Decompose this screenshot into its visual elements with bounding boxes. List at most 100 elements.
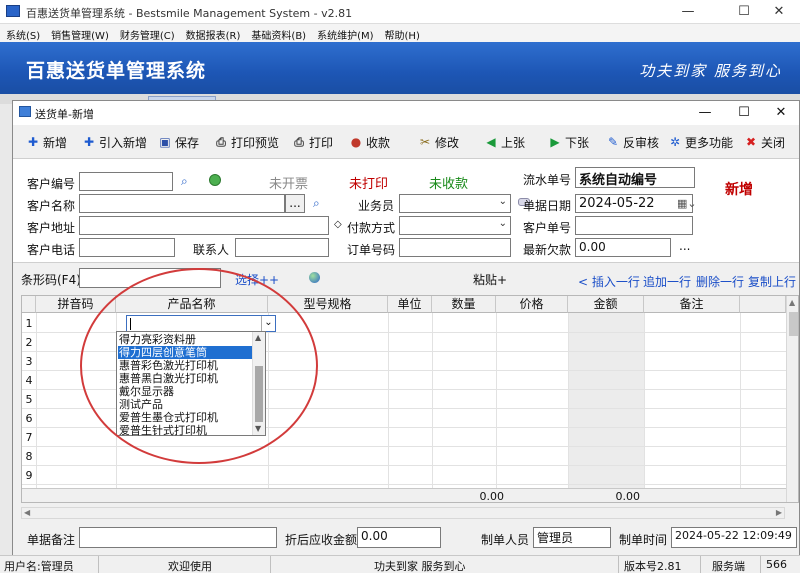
edit-icon: ✂ [419,135,431,149]
payment-method-select[interactable]: ⌄ [399,216,511,235]
menu-system[interactable]: 系统(S) [0,24,45,42]
toolbar-label: 保存 [175,135,200,150]
create-time-field[interactable]: 2024-05-22 12:09:49 [671,527,797,548]
scroll-up-arrow[interactable]: ▲ [789,298,795,307]
salesperson-label: 业务员 [358,199,395,213]
latest-debt-more-button[interactable]: ... [679,239,690,253]
toolbar-close-button[interactable]: ✖ 关闭 [745,132,785,152]
plus-icon: ✚ [27,135,39,149]
dialog-title: 送货单-新增 [35,108,94,121]
toolbar-next-button[interactable]: ▶ 下张 [549,132,589,152]
status-version: 版本号2.81 [624,560,682,573]
app-banner: 百惠送货单管理系统 功夫到家 服务到心 [0,42,800,94]
salesperson-select[interactable]: ⌄ [399,194,511,213]
toolbar-label: 上张 [501,135,526,150]
copy-row-link[interactable]: 复制上行 [748,273,796,290]
menu-finance[interactable]: 财务管理(C) [114,24,180,42]
grid-vertical-scrollbar[interactable]: ▲ [786,296,798,502]
grid-col-line [496,313,497,488]
create-time-label: 制单时间 [619,533,668,547]
toolbar-label: 下张 [565,135,590,150]
unaudit-icon: ✎ [607,135,619,149]
menu-sales[interactable]: 销售管理(W) [45,24,114,42]
dialog-close-button[interactable]: ✕ [761,101,800,125]
globe-icon[interactable] [209,174,221,186]
toolbar-add-button[interactable]: ✚ 新增 [27,132,67,152]
col-header-price[interactable]: 价格 [496,296,568,313]
append-row-link[interactable]: 追加一行 [643,273,691,290]
customer-no-field[interactable] [79,172,173,191]
print-icon: ⎙ [294,135,304,149]
col-header-quantity[interactable]: 数量 [432,296,496,313]
row-number: 7 [25,431,33,444]
row-number: 9 [25,469,33,482]
toolbar-print-button[interactable]: ⎙ 打印 [293,132,333,152]
customer-no-label: 客户编号 [27,177,76,191]
grid-row-line [22,465,798,466]
toolbar-unaudit-button[interactable]: ✎ 反审核 [607,132,659,152]
col-header-filler [740,296,786,313]
status-divider [760,556,761,573]
dialog-minimize-button[interactable]: — [685,101,725,125]
grid-col-line [388,313,389,488]
header-form: 客户编号 ⌕ 未开票 未打印 未收款 流水单号 系统自动编号 新增 客户名称 .… [13,159,799,263]
col-header-unit[interactable]: 单位 [388,296,432,313]
customer-address-field[interactable] [79,216,329,235]
horizontal-scrollbar[interactable]: ◀ ▶ [21,507,785,519]
calendar-icon[interactable]: ▦⌄ [677,197,697,210]
customer-phone-label: 客户电话 [27,243,76,257]
toolbar-edit-button[interactable]: ✂ 修改 [419,132,459,152]
toolbar-prev-button[interactable]: ◀ 上张 [485,132,525,152]
scroll-left-arrow[interactable]: ◀ [24,508,30,517]
status-divider [270,556,271,573]
paste-label[interactable]: 粘贴+ [473,271,507,288]
customer-doc-no-field[interactable] [575,216,693,235]
remark-label: 单据备注 [27,533,76,547]
chevron-down-icon: ⌄ [498,218,507,229]
menu-reports[interactable]: 数据报表(R) [180,24,246,42]
invoice-status: 未开票 [269,177,309,192]
toolbar-import-add-button[interactable]: ✚ 引入新增 [83,132,147,152]
diamond-icon: ◇ [334,219,342,230]
doc-date-field[interactable]: 2024-05-22 [575,194,693,213]
menu-maintenance[interactable]: 系统维护(M) [311,24,378,42]
globe-icon[interactable] [309,272,320,283]
status-motto: 功夫到家 服务到心 [374,560,466,573]
menu-bar: 系统(S) 销售管理(W) 财务管理(C) 数据报表(R) 基础资料(B) 系统维护(M)… [0,24,800,42]
status-user: 用户名:管理员 [4,560,74,573]
discount-label: 折后应收金额 [285,533,358,547]
row-number: 6 [25,412,33,425]
customer-name-field[interactable] [79,194,285,213]
toolbar-more-functions-button[interactable]: ✲ 更多功能 [669,132,733,152]
customer-browse-button[interactable]: ... [285,194,305,213]
latest-debt-field[interactable]: 0.00 [575,238,671,257]
search-icon[interactable]: ⌕ [181,174,188,189]
contact-field[interactable] [235,238,329,257]
status-code: 566 [766,558,787,571]
discount-field[interactable]: 0.00 [357,527,441,548]
minimize-button[interactable]: — [665,0,711,24]
scroll-right-arrow[interactable]: ▶ [776,508,782,517]
toolbar-print-preview-button[interactable]: ⎙ 打印预览 [215,132,279,152]
creator-field[interactable]: 管理员 [533,527,611,548]
customer-phone-field[interactable] [79,238,175,257]
scroll-thumb[interactable] [789,312,798,336]
status-bar: 用户名:管理员 欢迎使用 功夫到家 服务到心 版本号2.81 服务端 566 [0,555,800,573]
remark-field[interactable] [79,527,277,548]
customer-search-icon[interactable]: ⌕ [313,196,320,211]
toolbar-save-button[interactable]: ▣ 保存 [159,132,199,152]
col-header-amount[interactable]: 金额 [568,296,644,313]
grid-row-line [22,484,798,485]
insert-row-link[interactable]: < 插入一行 [578,273,640,290]
dialog-maximize-button[interactable]: ☐ [724,101,764,125]
close-window-button[interactable]: ✕ [756,0,800,24]
row-number: 1 [25,317,33,330]
menu-basic-data[interactable]: 基础资料(B) [245,24,311,42]
toolbar-collect-button[interactable]: ● 收款 [350,132,390,152]
menu-help[interactable]: 帮助(H) [379,24,425,42]
col-header-remark[interactable]: 备注 [644,296,740,313]
status-divider [700,556,701,573]
serial-no-field[interactable]: 系统自动编号 [575,167,695,188]
delete-row-link[interactable]: 删除一行 [696,273,744,290]
order-no-field[interactable] [399,238,511,257]
